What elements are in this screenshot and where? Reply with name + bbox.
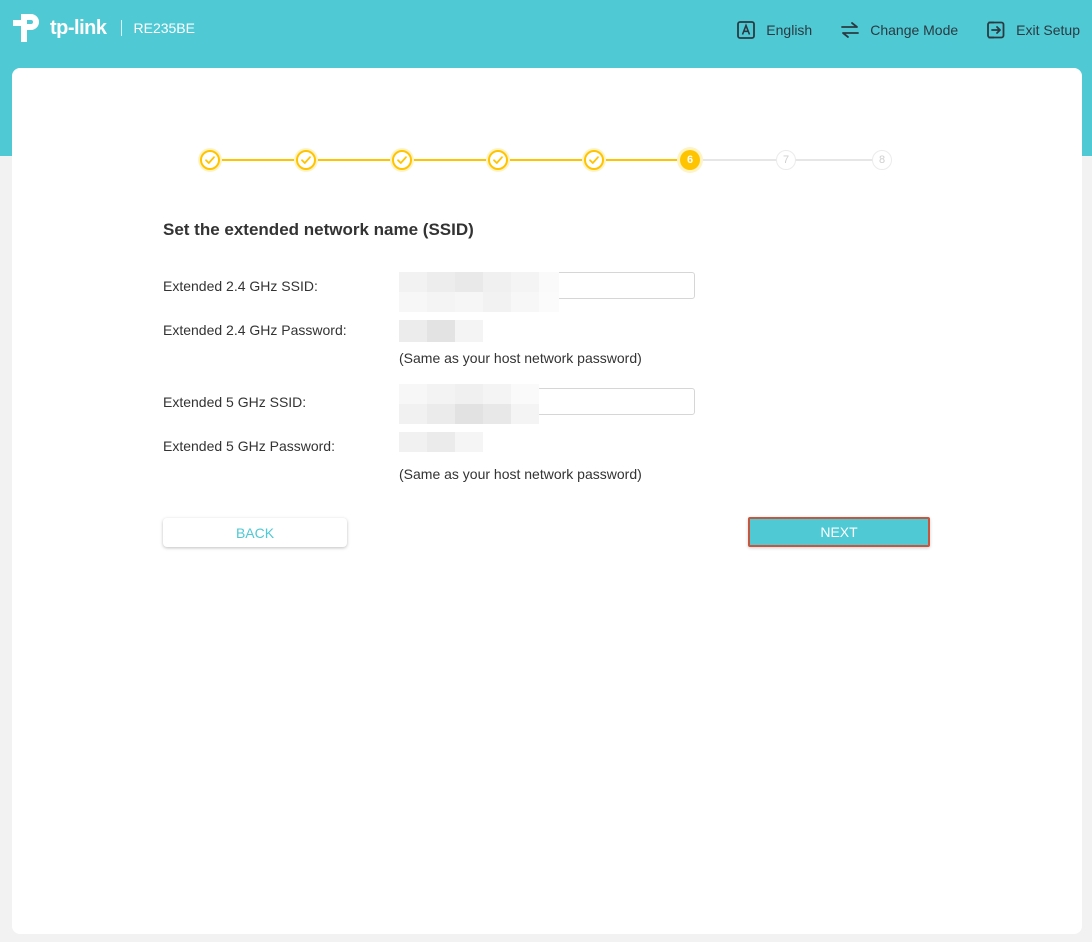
checkmark-icon <box>301 156 311 164</box>
device-model: RE235BE <box>133 20 195 36</box>
checkmark-icon <box>397 156 407 164</box>
page-title: Set the extended network name (SSID) <box>163 220 474 239</box>
password-24-hint: (Same as your host network password) <box>399 350 642 366</box>
tp-link-logo: tp-link RE235BE <box>12 10 195 46</box>
swap-arrows-icon <box>841 22 860 38</box>
logo-divider <box>120 20 122 36</box>
checkmark-icon <box>589 156 599 164</box>
exit-setup-button[interactable]: Exit Setup <box>986 20 1080 40</box>
ssid-5-label: Extended 5 GHz SSID: <box>163 394 307 410</box>
step-5-complete <box>584 150 604 170</box>
step-4-complete <box>488 150 508 170</box>
checkmark-icon <box>205 156 215 164</box>
language-label: English <box>766 22 813 38</box>
top-navigation: English Change Mode Exit Setup <box>708 20 1080 40</box>
password-24-label: Extended 2.4 GHz Password: <box>163 322 347 338</box>
change-mode-label: Change Mode <box>870 22 959 38</box>
progress-stepper: 6 7 8 <box>184 136 914 186</box>
step-8-pending: 8 <box>872 150 892 170</box>
change-mode-button[interactable]: Change Mode <box>840 20 958 40</box>
next-button[interactable]: NEXT <box>748 517 930 547</box>
brand-name: tp-link <box>50 16 107 39</box>
password-5-label: Extended 5 GHz Password: <box>163 438 335 454</box>
exit-icon <box>987 21 1005 39</box>
checkmark-icon <box>493 156 503 164</box>
language-icon <box>737 21 756 39</box>
language-selector[interactable]: English <box>736 20 812 40</box>
main-panel <box>12 68 1082 934</box>
step-2-complete <box>296 150 316 170</box>
step-1-complete <box>200 150 220 170</box>
step-3-complete <box>392 150 412 170</box>
back-button[interactable]: BACK <box>163 518 347 547</box>
exit-setup-label: Exit Setup <box>1016 22 1080 38</box>
stepper-line-complete <box>210 159 690 161</box>
password-5-hint: (Same as your host network password) <box>399 466 642 482</box>
tp-link-logo-icon <box>13 14 39 42</box>
step-6-current: 6 <box>680 150 700 170</box>
ssid-24-label: Extended 2.4 GHz SSID: <box>163 278 318 294</box>
step-7-pending: 7 <box>776 150 796 170</box>
